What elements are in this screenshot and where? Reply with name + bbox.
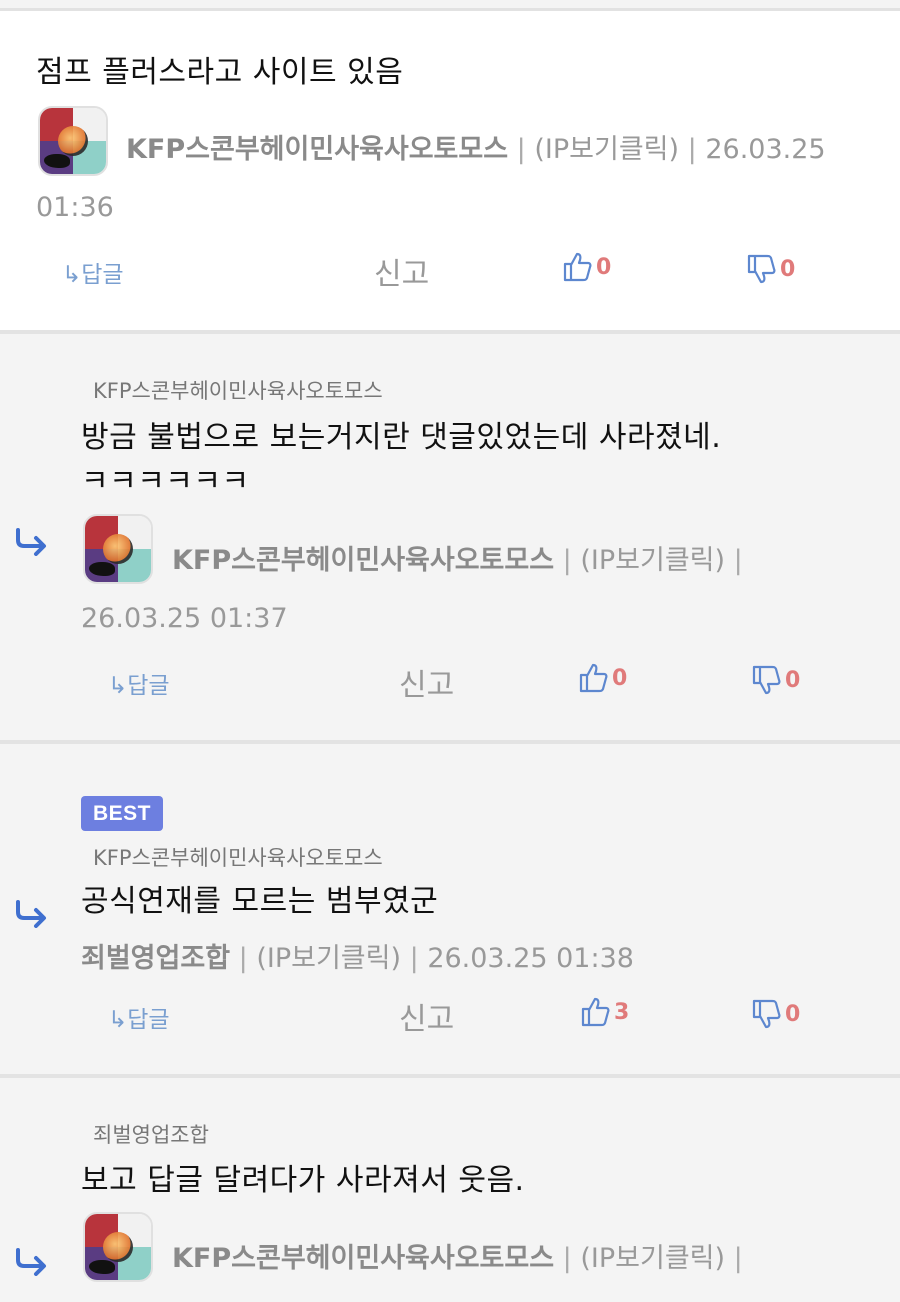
comment-time: 01:36 xyxy=(36,192,114,223)
like-button[interactable]: 0 xyxy=(562,251,611,283)
dislike-count: 0 xyxy=(785,667,801,693)
comment-text-line2: ㅋㅋㅋㅋㅋㅋ xyxy=(81,464,250,499)
thumbs-up-icon xyxy=(563,252,592,282)
comment-text: 방금 불법으로 보는거지란 댓글있었는데 사라졌네. xyxy=(81,420,722,455)
reply-target-nickname: KFP스콘부헤이민사육사오토모스 xyxy=(93,846,383,870)
dislike-button[interactable]: 0 xyxy=(746,253,795,285)
thumbs-up-icon xyxy=(579,663,608,693)
author-nickname[interactable]: KFP스콘부헤이민사육사오토모스 xyxy=(172,545,554,576)
comment-meta: KFP스콘부헤이민사육사오토모스 | (IP보기클릭) | xyxy=(172,545,743,576)
ip-view-link[interactable]: (IP보기클릭) xyxy=(534,134,679,165)
thumbs-down-icon xyxy=(747,254,776,284)
dislike-button[interactable]: 0 xyxy=(751,998,800,1030)
comment-text: 점프 플러스라고 사이트 있음 xyxy=(36,55,404,90)
thumbs-up-icon xyxy=(581,997,610,1027)
reply-arrow-icon xyxy=(16,528,46,556)
author-nickname[interactable]: 죄벌영업조합 xyxy=(81,943,230,974)
thumbs-down-icon xyxy=(752,999,781,1029)
reply-button[interactable]: ↳답글 xyxy=(108,1000,170,1034)
dislike-count: 0 xyxy=(780,256,796,282)
thumbs-down-icon xyxy=(752,665,781,695)
reply-comment-item: KFP스콘부헤이민사육사오토모스 방금 불법으로 보는거지란 댓글있었는데 사라… xyxy=(0,338,900,744)
like-button[interactable]: 3 xyxy=(580,996,629,1028)
report-button[interactable]: 신고 xyxy=(399,660,454,704)
comment-text: 보고 답글 달려다가 사라져서 웃음. xyxy=(81,1163,525,1198)
report-button[interactable]: 신고 xyxy=(374,249,429,293)
like-count: 3 xyxy=(614,999,630,1025)
reply-target-nickname: 죄벌영업조합 xyxy=(93,1123,209,1147)
top-divider xyxy=(0,0,900,11)
dislike-button[interactable]: 0 xyxy=(751,664,800,696)
reply-button[interactable]: ↳답글 xyxy=(62,255,124,289)
author-nickname[interactable]: KFP스콘부헤이민사육사오토모스 xyxy=(172,1243,554,1274)
avatar[interactable] xyxy=(38,106,108,176)
best-badge: BEST xyxy=(81,796,163,831)
comment-actions: ↳답글 신고 0 0 xyxy=(0,660,900,704)
reply-arrow-icon xyxy=(16,1248,46,1276)
dislike-count: 0 xyxy=(785,1001,801,1027)
comment-actions: ↳답글 신고 0 0 xyxy=(0,249,900,293)
comment-item: 점프 플러스라고 사이트 있음 KFP스콘부헤이민사육사오토모스 | (IP보기… xyxy=(0,11,900,334)
comment-actions: ↳답글 신고 3 0 xyxy=(0,994,900,1038)
comment-meta: 죄벌영업조합 | (IP보기클릭) | 26.03.25 01:38 xyxy=(81,943,634,974)
comment-text: 공식연재를 모르는 범부였군 xyxy=(81,884,439,919)
reply-comment-item: 죄벌영업조합 보고 답글 달려다가 사라져서 웃음. KFP스콘부헤이민사육사오… xyxy=(0,1082,900,1302)
avatar[interactable] xyxy=(83,1212,153,1282)
avatar[interactable] xyxy=(83,514,153,584)
author-nickname[interactable]: KFP스콘부헤이민사육사오토모스 xyxy=(126,134,508,165)
like-button[interactable]: 0 xyxy=(578,662,627,694)
best-reply-comment-item: BEST KFP스콘부헤이민사육사오토모스 공식연재를 모르는 범부였군 죄벌영… xyxy=(0,748,900,1078)
comment-datetime: 26.03.25 01:38 xyxy=(427,943,634,974)
ip-view-link[interactable]: (IP보기클릭) xyxy=(256,943,401,974)
ip-view-link[interactable]: (IP보기클릭) xyxy=(580,1243,725,1274)
like-count: 0 xyxy=(612,665,628,691)
like-count: 0 xyxy=(596,254,612,280)
ip-view-link[interactable]: (IP보기클릭) xyxy=(580,545,725,576)
comment-datetime: 26.03.25 01:37 xyxy=(81,603,288,634)
reply-button[interactable]: ↳답글 xyxy=(108,666,170,700)
reply-arrow-icon xyxy=(16,900,46,928)
comment-meta: KFP스콘부헤이민사육사오토모스 | (IP보기클릭) | 26.03.25 xyxy=(126,134,826,165)
reply-target-nickname: KFP스콘부헤이민사육사오토모스 xyxy=(93,379,383,403)
comment-date: 26.03.25 xyxy=(705,134,826,165)
report-button[interactable]: 신고 xyxy=(399,994,454,1038)
comment-meta: KFP스콘부헤이민사육사오토모스 | (IP보기클릭) | xyxy=(172,1243,743,1274)
